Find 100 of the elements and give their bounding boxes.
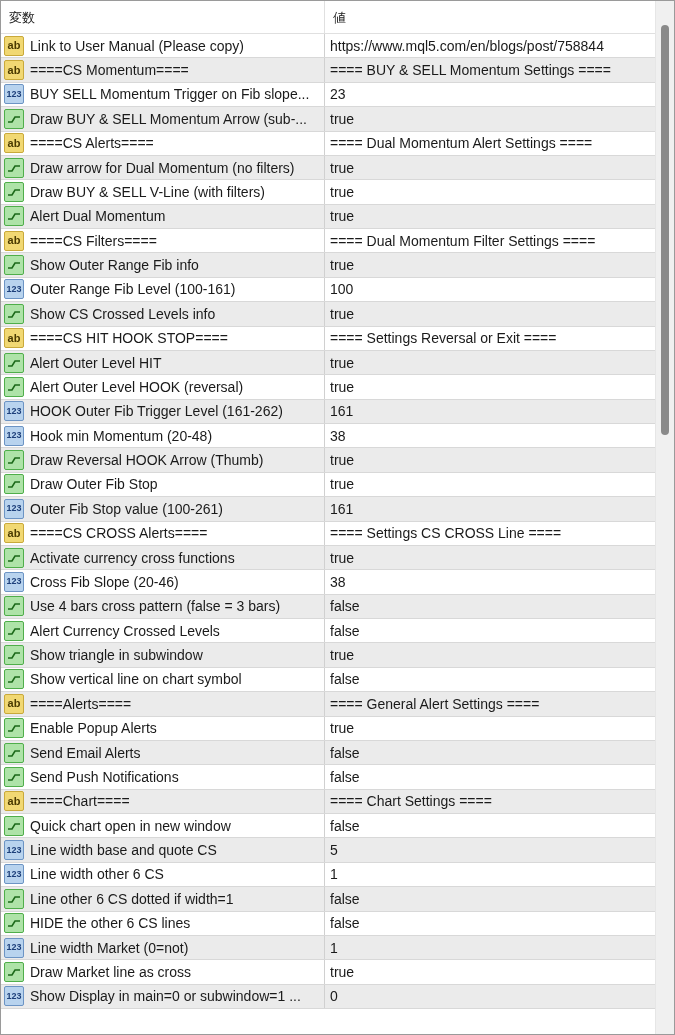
number-icon: 123 xyxy=(4,401,24,422)
parameter-name: Show vertical line on chart symbol xyxy=(30,671,242,688)
parameter-value: 0 xyxy=(330,988,338,1005)
parameter-value: true xyxy=(330,354,355,371)
number-icon: 123 xyxy=(4,986,24,1007)
parameter-value: 100 xyxy=(330,281,354,298)
toggle-icon xyxy=(4,303,24,324)
parameter-value: ==== Chart Settings ==== xyxy=(330,793,492,810)
parameter-value: ==== BUY & SELL Momentum Settings ==== xyxy=(330,62,611,79)
text-icon: ab xyxy=(4,133,24,154)
parameter-value: 38 xyxy=(330,427,346,444)
column-header[interactable]: 変数 xyxy=(1,1,325,33)
parameter-name: ====CS HIT HOOK STOP==== xyxy=(30,330,228,347)
toggle-icon xyxy=(4,255,24,276)
parameter-value: false xyxy=(330,622,360,639)
parameter-name: Draw Reversal HOOK Arrow (Thumb) xyxy=(30,452,264,469)
number-icon: 123 xyxy=(4,425,24,446)
parameter-name: Alert Outer Level HOOK (reversal) xyxy=(30,378,244,395)
text-icon: ab xyxy=(4,60,24,81)
parameter-name: Alert Outer Level HIT xyxy=(30,354,162,371)
toggle-icon xyxy=(4,669,24,690)
parameter-value: true xyxy=(330,183,355,200)
text-icon: ab xyxy=(4,523,24,544)
toggle-icon xyxy=(4,157,24,178)
parameter-name: ====CS Alerts==== xyxy=(30,135,154,152)
text-icon: ab xyxy=(4,693,24,714)
parameter-name: Draw BUY & SELL V-Line (with filters) xyxy=(30,183,265,200)
parameter-value: true xyxy=(330,110,355,127)
parameter-name: Draw BUY & SELL Momentum Arrow (sub-... xyxy=(30,110,307,127)
parameter-value: ==== General Alert Settings ==== xyxy=(330,695,540,712)
toggle-icon xyxy=(4,620,24,641)
parameter-value: 161 xyxy=(330,500,354,517)
number-icon: 123 xyxy=(4,498,24,519)
parameter-value: true xyxy=(330,452,355,469)
parameter-name: Line width Market (0=not) xyxy=(30,939,189,956)
parameter-name: Enable Popup Alerts xyxy=(30,720,157,737)
parameter-value: true xyxy=(330,257,355,274)
parameter-name: Use 4 bars cross pattern (false = 3 bars) xyxy=(30,598,281,615)
parameter-name: ====CS Momentum==== xyxy=(30,62,189,79)
toggle-icon xyxy=(4,352,24,373)
text-icon: ab xyxy=(4,791,24,812)
parameter-name: ====Alerts==== xyxy=(30,695,132,712)
parameter-name: Show triangle in subwindow xyxy=(30,647,203,664)
scroll-thumb[interactable] xyxy=(661,25,669,435)
parameter-value: false xyxy=(330,768,360,785)
parameter-value: true xyxy=(330,647,355,664)
parameter-name: Show CS Crossed Levels info xyxy=(30,305,216,322)
toggle-icon xyxy=(4,206,24,227)
toggle-icon xyxy=(4,181,24,202)
parameter-value: 1 xyxy=(330,939,338,956)
parameter-value: true xyxy=(330,378,355,395)
parameter-value: 1 xyxy=(330,866,338,883)
parameter-value: ==== Dual Momentum Alert Settings ==== xyxy=(330,135,593,152)
parameter-value: 5 xyxy=(330,842,338,859)
parameter-value: false xyxy=(330,890,360,907)
parameter-value: true xyxy=(330,549,355,566)
toggle-icon xyxy=(4,645,24,666)
toggle-icon xyxy=(4,596,24,617)
parameter-name: ====CS Filters==== xyxy=(30,232,157,249)
parameter-name: Link to User Manual (Please copy) xyxy=(30,37,244,54)
parameter-name: Line other 6 CS dotted if width=1 xyxy=(30,890,234,907)
parameter-value: false xyxy=(330,817,360,834)
parameter-name: Outer Fib Stop value (100-261) xyxy=(30,500,223,517)
parameter-value: 38 xyxy=(330,573,346,590)
parameter-value: false xyxy=(330,671,360,688)
parameter-name: Draw Outer Fib Stop xyxy=(30,476,158,493)
column-header[interactable]: 値 xyxy=(325,1,655,33)
toggle-icon xyxy=(4,474,24,495)
parameter-value: true xyxy=(330,208,355,225)
parameter-name: Draw Market line as cross xyxy=(30,963,192,980)
text-icon: ab xyxy=(4,35,24,56)
number-icon: 123 xyxy=(4,571,24,592)
parameter-name: Send Email Alerts xyxy=(30,744,141,761)
parameter-value: ==== Dual Momentum Filter Settings ==== xyxy=(330,232,596,249)
parameter-name: Hook min Momentum (20-48) xyxy=(30,427,213,444)
number-icon: 123 xyxy=(4,840,24,861)
parameter-name: ====Chart==== xyxy=(30,793,130,810)
parameter-value: true xyxy=(330,476,355,493)
toggle-icon xyxy=(4,961,24,982)
parameter-name: Quick chart open in new window xyxy=(30,817,231,834)
parameter-name: Activate currency cross functions xyxy=(30,549,235,566)
parameter-name: HIDE the other 6 CS lines xyxy=(30,915,191,932)
parameter-name: BUY SELL Momentum Trigger on Fib slope... xyxy=(30,86,310,103)
parameter-value: 23 xyxy=(330,86,346,103)
parameter-value: ==== Settings CS CROSS Line ==== xyxy=(330,525,562,542)
toggle-icon xyxy=(4,108,24,129)
parameter-name: Show Display in main=0 or subwindow=1 ... xyxy=(30,988,301,1005)
toggle-icon xyxy=(4,888,24,909)
text-icon: ab xyxy=(4,328,24,349)
number-icon: 123 xyxy=(4,937,24,958)
toggle-icon xyxy=(4,547,24,568)
parameter-value: false xyxy=(330,744,360,761)
parameter-value: false xyxy=(330,915,360,932)
parameter-name: ====CS CROSS Alerts==== xyxy=(30,525,208,542)
scrollbar[interactable] xyxy=(655,1,674,1034)
parameter-name: Alert Currency Crossed Levels xyxy=(30,622,220,639)
number-icon: 123 xyxy=(4,84,24,105)
parameter-name: Outer Range Fib Level (100-161) xyxy=(30,281,236,298)
toggle-icon xyxy=(4,450,24,471)
toggle-icon xyxy=(4,718,24,739)
